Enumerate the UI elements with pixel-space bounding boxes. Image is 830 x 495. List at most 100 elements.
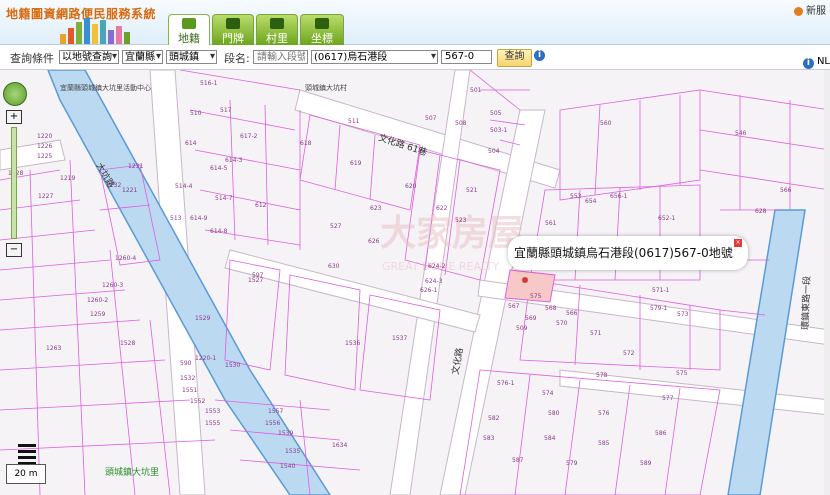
- svg-text:577: 577: [662, 395, 674, 402]
- svg-text:624-3: 624-3: [425, 278, 443, 285]
- svg-text:624-2: 624-2: [428, 263, 446, 270]
- svg-text:585: 585: [598, 440, 610, 447]
- svg-text:579-1: 579-1: [650, 305, 668, 312]
- svg-text:576-1: 576-1: [497, 380, 515, 387]
- svg-text:1536: 1536: [345, 340, 360, 347]
- svg-text:1556: 1556: [265, 420, 280, 427]
- svg-text:618: 618: [300, 140, 312, 147]
- nlsc-link[interactable]: i NL: [802, 56, 830, 69]
- svg-text:623: 623: [370, 205, 382, 212]
- svg-text:504: 504: [488, 148, 500, 155]
- svg-text:517: 517: [220, 107, 232, 114]
- svg-text:1535: 1535: [285, 448, 300, 455]
- info-icon[interactable]: i: [534, 50, 545, 61]
- svg-text:620: 620: [405, 183, 417, 190]
- zoom-out-button[interactable]: −: [6, 243, 22, 257]
- svg-text:523: 523: [455, 217, 467, 224]
- svg-text:546: 546: [735, 130, 747, 137]
- svg-text:586: 586: [655, 430, 667, 437]
- svg-text:1227: 1227: [38, 193, 53, 200]
- zoom-in-button[interactable]: +: [6, 110, 22, 124]
- svg-text:1527: 1527: [248, 277, 263, 284]
- cadastral-map[interactable]: 大家房屋 GREAT HOME REALTY 文化路 61巷 文化路 大坑路 頭…: [0, 70, 830, 495]
- svg-text:617-2: 617-2: [240, 133, 258, 140]
- svg-text:509: 509: [516, 325, 528, 332]
- pan-control-icon[interactable]: [3, 82, 27, 106]
- parcel-popup: 宜蘭縣頭城鎮烏石港段(0617)567-0地號 ×: [508, 236, 748, 270]
- tab-label: 村里: [266, 32, 288, 45]
- tab-doorplate[interactable]: 門牌: [212, 14, 254, 45]
- svg-text:583: 583: [483, 435, 495, 442]
- svg-text:1551: 1551: [182, 387, 197, 394]
- svg-text:553: 553: [570, 193, 582, 200]
- svg-text:626: 626: [368, 238, 380, 245]
- area-label: 頭城鎮大坑里: [105, 466, 159, 478]
- village-icon: [270, 18, 284, 29]
- svg-text:570: 570: [556, 320, 568, 327]
- parcel-number-input[interactable]: 567-0: [441, 50, 492, 64]
- svg-text:1263: 1263: [46, 345, 61, 352]
- svg-text:626-1: 626-1: [420, 287, 438, 294]
- news-link[interactable]: 新服: [794, 2, 826, 17]
- svg-text:1537: 1537: [392, 335, 407, 342]
- svg-text:1552: 1552: [190, 398, 205, 405]
- vertical-scrollbar[interactable]: [824, 70, 830, 495]
- header-bar: 地籍圖資網路便民服務系統 地籍 門牌 村里 坐標 新服: [0, 0, 830, 45]
- building-label: 宜蘭縣頭城鎮大坑里活動中心: [60, 83, 151, 92]
- svg-text:587: 587: [512, 457, 524, 464]
- section-code-input[interactable]: [253, 50, 308, 64]
- info-icon: i: [802, 58, 814, 69]
- scale-bar: 20 m: [6, 464, 46, 484]
- svg-text:510: 510: [190, 110, 202, 117]
- svg-text:1553: 1553: [205, 408, 220, 415]
- svg-text:560: 560: [600, 120, 612, 127]
- tab-village[interactable]: 村里: [256, 14, 298, 45]
- svg-text:1260-4: 1260-4: [115, 255, 136, 262]
- parcel-marker-icon: [522, 277, 528, 283]
- svg-text:582: 582: [488, 415, 500, 422]
- svg-text:571-1: 571-1: [652, 287, 670, 294]
- watermark-text: 大家房屋: [380, 213, 524, 254]
- close-icon[interactable]: ×: [734, 239, 742, 247]
- news-label: 新服: [806, 6, 826, 17]
- svg-text:513: 513: [170, 215, 182, 222]
- svg-text:575: 575: [676, 370, 688, 377]
- site-logo[interactable]: 地籍圖資網路便民服務系統: [6, 5, 156, 22]
- svg-text:516-1: 516-1: [200, 80, 218, 87]
- svg-text:574: 574: [542, 390, 554, 397]
- svg-text:568: 568: [545, 305, 557, 312]
- svg-text:1557: 1557: [268, 408, 283, 415]
- svg-text:652-1: 652-1: [658, 215, 676, 222]
- tab-label: 坐標: [311, 32, 333, 45]
- county-select[interactable]: 宜蘭縣: [122, 50, 163, 64]
- svg-text:622: 622: [436, 205, 448, 212]
- svg-text:569: 569: [525, 315, 537, 322]
- svg-text:1532: 1532: [180, 375, 195, 382]
- svg-text:575: 575: [530, 293, 542, 300]
- section-select[interactable]: (0617)烏石港段: [311, 50, 438, 64]
- tab-cadastral[interactable]: 地籍: [168, 14, 210, 45]
- zoom-control: + −: [3, 82, 27, 257]
- zoom-slider[interactable]: [11, 127, 17, 239]
- search-button[interactable]: 查詢: [497, 49, 532, 67]
- svg-text:614-9: 614-9: [190, 215, 208, 222]
- map-canvas[interactable]: 大家房屋 GREAT HOME REALTY 文化路 61巷 文化路 大坑路 頭…: [0, 70, 830, 495]
- svg-text:566: 566: [780, 187, 792, 194]
- svg-text:1219: 1219: [60, 175, 75, 182]
- svg-text:1220-1: 1220-1: [195, 355, 216, 362]
- svg-text:580: 580: [548, 410, 560, 417]
- svg-text:501: 501: [470, 87, 482, 94]
- building-label: 頭城鎮大坑村: [305, 83, 347, 92]
- svg-text:614-8: 614-8: [210, 228, 228, 235]
- query-mode-select[interactable]: 以地號查詢: [59, 50, 119, 64]
- svg-text:1231: 1231: [128, 163, 143, 170]
- svg-text:1540: 1540: [280, 463, 295, 470]
- svg-text:511: 511: [348, 118, 360, 125]
- svg-text:1529: 1529: [195, 315, 210, 322]
- town-select[interactable]: 頭城鎮: [166, 50, 217, 64]
- svg-text:572: 572: [623, 350, 635, 357]
- svg-text:527: 527: [330, 223, 342, 230]
- svg-text:614-5: 614-5: [210, 165, 228, 172]
- svg-text:628: 628: [755, 208, 767, 215]
- tab-coordinates[interactable]: 坐標: [300, 14, 344, 45]
